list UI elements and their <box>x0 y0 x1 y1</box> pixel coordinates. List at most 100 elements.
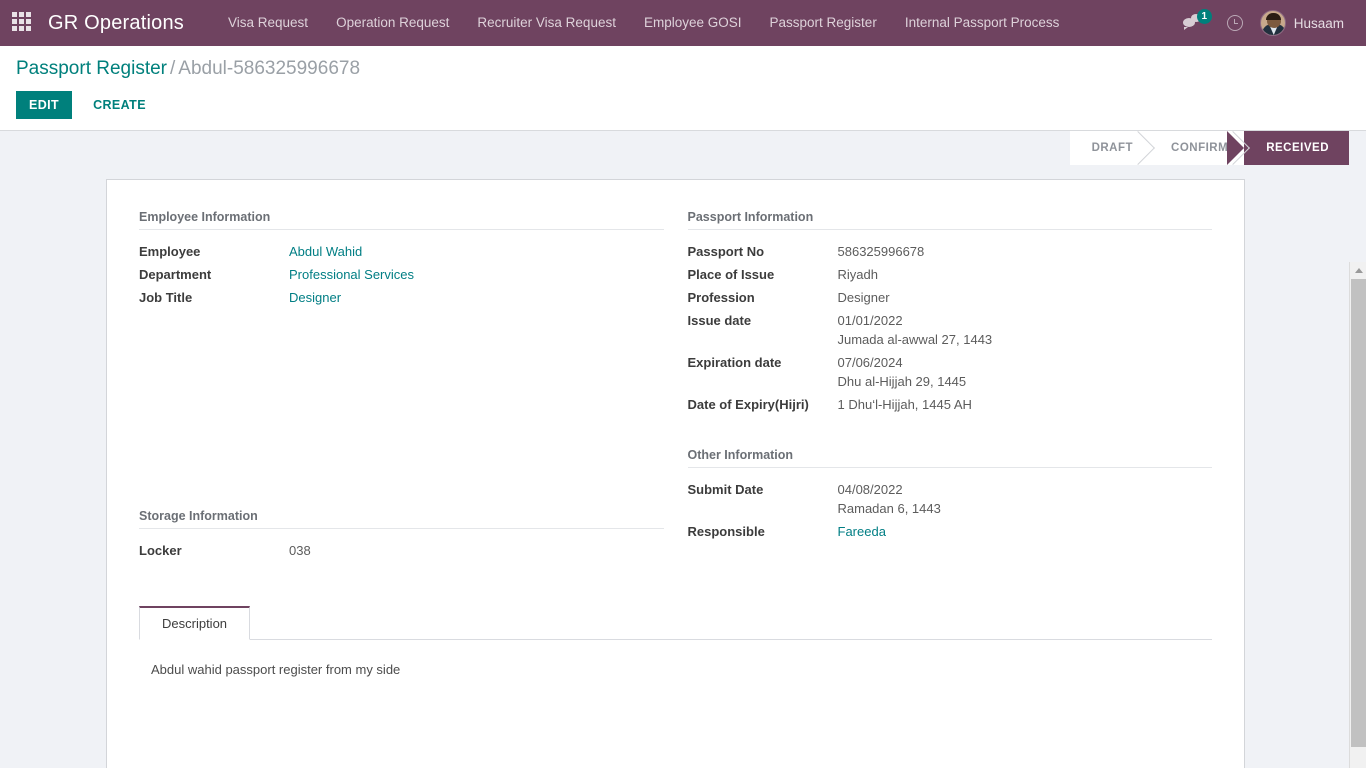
navbar-right-tools: 1 Husaam <box>1172 0 1356 46</box>
field-label-date-of-expiry-hijri: Date of Expiry(Hijri) <box>687 397 809 412</box>
field-label-place-of-issue: Place of Issue <box>687 267 775 282</box>
status-bar: DRAFT CONFIRM RECEIVED <box>1069 131 1349 165</box>
messages-icon[interactable]: 1 <box>1172 0 1216 46</box>
brand-title[interactable]: GR Operations <box>48 12 184 35</box>
user-menu[interactable]: Husaam <box>1254 0 1352 46</box>
clock-icon[interactable] <box>1216 0 1254 46</box>
user-name: Husaam <box>1293 15 1344 31</box>
status-stage-confirm[interactable]: CONFIRM <box>1149 131 1245 165</box>
form-groups-top: Employee Information Employee Abdul Wahi… <box>139 210 1212 562</box>
form-column-left: Employee Information Employee Abdul Wahi… <box>139 210 664 562</box>
field-value-responsible: Fareeda <box>838 520 1213 543</box>
issue-date-hijri: Jumada al-awwal 27, 1443 <box>837 332 993 347</box>
vertical-scrollbar[interactable] <box>1349 262 1366 768</box>
group-employee-information: Employee Information Employee Abdul Wahi… <box>139 210 664 309</box>
field-label-locker: Locker <box>139 543 182 558</box>
field-value-job-title: Designer <box>289 286 664 309</box>
field-row-passport-no: Passport No 586325996678 <box>688 240 1213 263</box>
expiration-date-gregorian: 07/06/2024 <box>837 355 903 370</box>
notebook: Description Abdul wahid passport registe… <box>139 606 1212 730</box>
field-row-date-of-expiry-hijri: Date of Expiry(Hijri) 1 Dhu‘l-Hijjah, 14… <box>688 393 1213 416</box>
field-row-expiration-date: Expiration date 07/06/2024 Dhu al-Hijjah… <box>688 351 1213 393</box>
field-row-place-of-issue: Place of Issue Riyadh <box>688 263 1213 286</box>
group-title-employee-information: Employee Information <box>139 210 664 230</box>
notebook-page-description: Abdul wahid passport register from my si… <box>139 640 1212 730</box>
form-column-right: Passport Information Passport No 5863259… <box>687 210 1213 562</box>
field-value-department: Professional Services <box>289 263 664 286</box>
breadcrumb-separator: / <box>170 58 176 79</box>
job-title-link[interactable]: Designer <box>289 290 341 305</box>
submit-date-hijri: Ramadan 6, 1443 <box>837 501 941 516</box>
field-label-profession: Profession <box>687 290 755 305</box>
messages-badge: 1 <box>1196 9 1212 24</box>
menu-item-visa-request[interactable]: Visa Request <box>214 0 322 46</box>
tab-description[interactable]: Description <box>139 606 251 640</box>
field-label-passport-no: Passport No <box>687 244 765 259</box>
field-value-place-of-issue: Riyadh <box>837 267 878 282</box>
field-value-passport-no: 586325996678 <box>837 244 925 259</box>
field-value-submit-date: 04/08/2022 Ramadan 6, 1443 <box>838 478 1213 520</box>
group-passport-information: Passport Information Passport No 5863259… <box>687 210 1213 416</box>
control-panel-buttons: EDIT CREATE <box>16 91 1350 119</box>
scroll-up-arrow-icon[interactable] <box>1350 262 1366 279</box>
fields-passport-information: Passport No 586325996678 Place of Issue … <box>688 240 1213 416</box>
field-row-submit-date: Submit Date 04/08/2022 Ramadan 6, 1443 <box>688 478 1213 520</box>
employee-link[interactable]: Abdul Wahid <box>289 244 362 259</box>
field-value-expiration-date: 07/06/2024 Dhu al-Hijjah 29, 1445 <box>838 351 1213 393</box>
breadcrumb: Passport Register / Abdul-586325996678 <box>16 56 1350 82</box>
fields-other-information: Submit Date 04/08/2022 Ramadan 6, 1443 R… <box>688 478 1213 543</box>
menu-item-operation-request[interactable]: Operation Request <box>322 0 463 46</box>
menu-item-passport-register[interactable]: Passport Register <box>756 0 891 46</box>
avatar <box>1259 10 1286 36</box>
submit-date-gregorian: 04/08/2022 <box>837 482 903 497</box>
fields-employee-information: Employee Abdul Wahid Department Professi… <box>139 240 664 309</box>
field-row-responsible: Responsible Fareeda <box>688 520 1213 543</box>
field-value-profession: Designer <box>837 290 890 305</box>
field-value-locker: 038 <box>289 543 311 558</box>
fields-storage-information: Locker 038 <box>139 539 664 562</box>
field-row-job-title: Job Title Designer <box>139 286 664 309</box>
field-value-issue-date: 01/01/2022 Jumada al-awwal 27, 1443 <box>838 309 1213 351</box>
top-navbar: GR Operations Visa Request Operation Req… <box>0 0 1366 46</box>
main-menu: Visa Request Operation Request Recruiter… <box>214 0 1073 46</box>
menu-item-employee-gosi[interactable]: Employee GOSI <box>630 0 756 46</box>
field-row-profession: Profession Designer <box>688 286 1213 309</box>
field-label-submit-date: Submit Date <box>687 482 764 497</box>
group-title-passport-information: Passport Information <box>687 210 1212 230</box>
field-row-employee: Employee Abdul Wahid <box>139 240 664 263</box>
expiration-date-hijri: Dhu al-Hijjah 29, 1445 <box>837 374 967 389</box>
menu-item-internal-passport-process[interactable]: Internal Passport Process <box>891 0 1074 46</box>
scrollbar-thumb[interactable] <box>1351 279 1366 747</box>
field-label-job-title: Job Title <box>139 290 193 305</box>
apps-grid-icon[interactable] <box>12 12 34 34</box>
description-text: Abdul wahid passport register from my si… <box>151 662 401 677</box>
group-storage-information: Storage Information Locker 038 <box>139 509 664 562</box>
field-label-employee: Employee <box>139 244 201 259</box>
menu-item-recruiter-visa-request[interactable]: Recruiter Visa Request <box>463 0 630 46</box>
breadcrumb-current: Abdul-586325996678 <box>178 58 361 79</box>
responsible-link[interactable]: Fareeda <box>838 524 886 539</box>
edit-button[interactable]: EDIT <box>16 91 73 119</box>
field-label-department: Department <box>139 267 212 282</box>
issue-date-gregorian: 01/01/2022 <box>837 313 903 328</box>
status-stage-received[interactable]: RECEIVED <box>1227 131 1349 165</box>
field-value-date-of-expiry-hijri: 1 Dhu‘l-Hijjah, 1445 AH <box>837 397 972 412</box>
breadcrumb-root[interactable]: Passport Register <box>16 58 167 79</box>
status-stage-draft[interactable]: DRAFT <box>1069 131 1150 165</box>
control-panel: Passport Register / Abdul-586325996678 EDI… <box>0 46 1366 159</box>
field-row-locker: Locker 038 <box>139 539 664 562</box>
field-row-issue-date: Issue date 01/01/2022 Jumada al-awwal 27… <box>688 309 1213 351</box>
form-sheet: Employee Information Employee Abdul Wahi… <box>106 179 1245 768</box>
department-link[interactable]: Professional Services <box>289 267 414 282</box>
field-value-employee: Abdul Wahid <box>289 240 664 263</box>
group-other-information: Other Information Submit Date 04/08/2022… <box>687 448 1213 543</box>
create-button[interactable]: CREATE <box>80 91 159 119</box>
notebook-tabs: Description <box>139 606 1212 640</box>
field-label-responsible: Responsible <box>687 524 765 539</box>
field-label-issue-date: Issue date <box>687 313 752 328</box>
group-title-other-information: Other Information <box>687 448 1212 468</box>
field-label-expiration-date: Expiration date <box>687 355 782 370</box>
form-area: DRAFT CONFIRM RECEIVED Employee Informat… <box>0 131 1366 768</box>
group-title-storage-information: Storage Information <box>139 509 664 529</box>
field-row-department: Department Professional Services <box>139 263 664 286</box>
